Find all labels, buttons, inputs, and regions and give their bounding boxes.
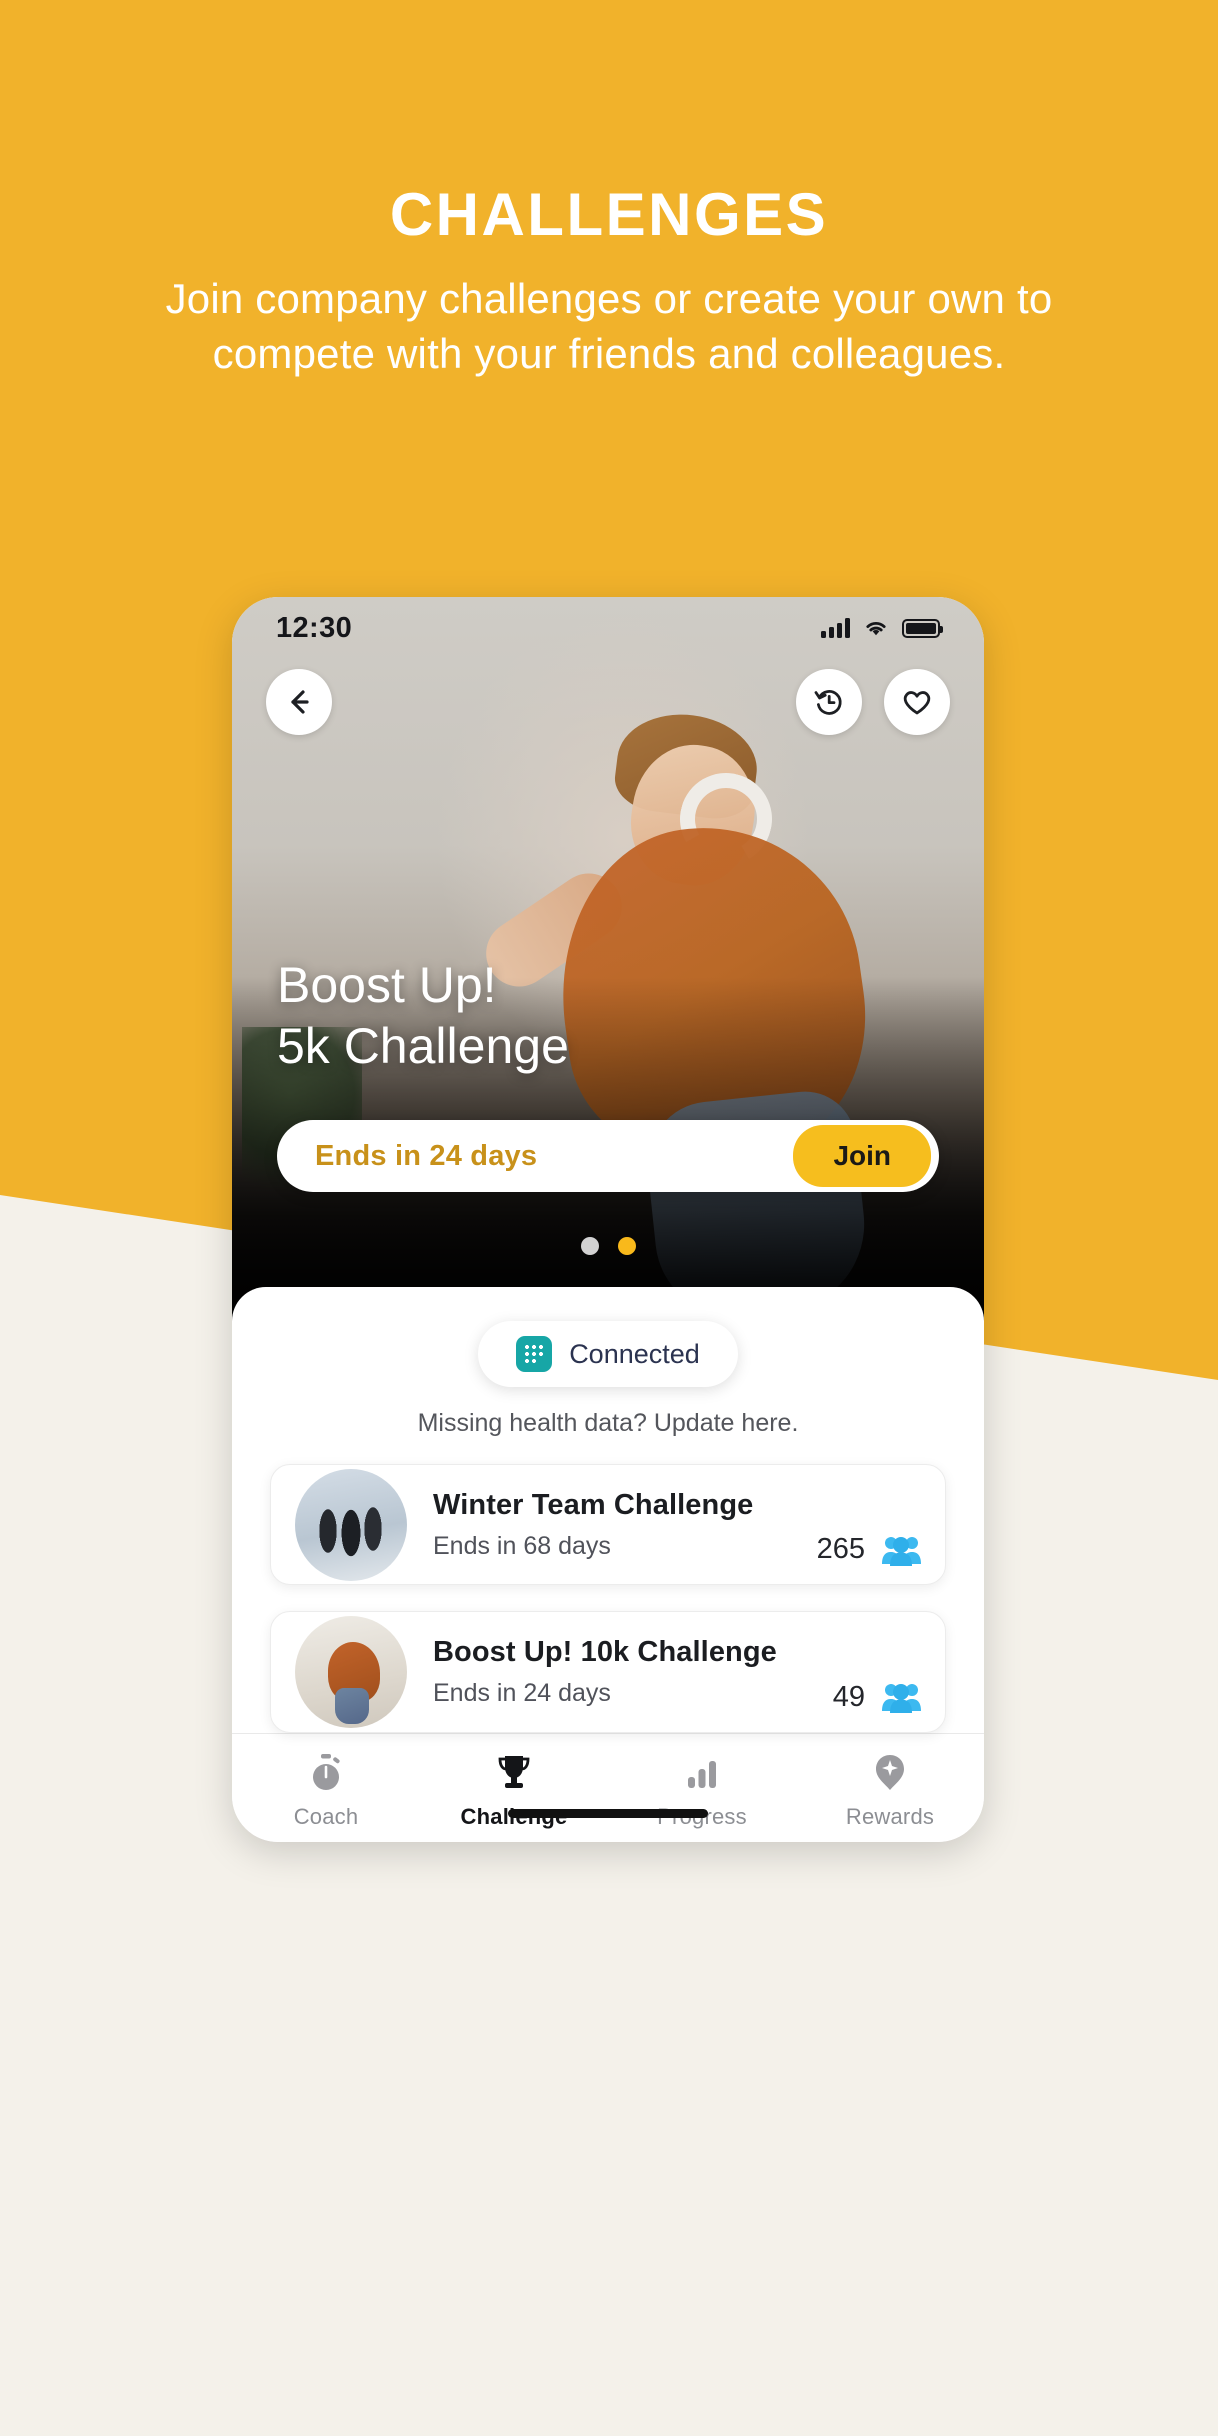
carousel-dots <box>232 1237 984 1255</box>
connected-status-pill[interactable]: Connected <box>478 1321 738 1387</box>
participants-count-group: 49 <box>833 1681 921 1714</box>
back-button[interactable] <box>266 669 332 735</box>
gem-icon <box>873 1752 907 1794</box>
hero-title-line1: Boost Up! <box>277 957 497 1013</box>
tab-coach[interactable]: Coach <box>232 1752 420 1830</box>
join-button[interactable]: Join <box>793 1125 931 1187</box>
stopwatch-icon <box>308 1752 344 1794</box>
challenge-cta-bar: Ends in 24 days Join <box>277 1120 939 1192</box>
missing-health-data-link[interactable]: Missing health data? Update here. <box>232 1409 984 1438</box>
page-title: CHALLENGES <box>389 181 829 248</box>
ends-countdown-label: Ends in 24 days <box>315 1139 538 1172</box>
content-sheet: Connected Missing health data? Update he… <box>232 1287 984 1842</box>
tab-rewards[interactable]: Rewards <box>796 1752 984 1830</box>
people-group-icon <box>882 1536 921 1566</box>
hero-banner[interactable]: 12:30 Boost Up! 5k Challenge Ends in 24 … <box>232 597 984 1327</box>
favorite-button[interactable] <box>884 669 950 735</box>
status-bar: 12:30 <box>232 597 984 659</box>
challenge-avatar <box>295 1615 407 1728</box>
carousel-dot-2[interactable] <box>617 1237 636 1255</box>
participants-count: 265 <box>816 1533 865 1566</box>
status-time: 12:30 <box>276 611 353 644</box>
trophy-icon <box>495 1752 533 1794</box>
bottom-tab-bar: Coach Challenge <box>232 1732 984 1843</box>
tab-label: Coach <box>293 1803 359 1829</box>
challenge-title: Winter Team Challenge <box>433 1488 754 1521</box>
challenge-card-winter-team[interactable]: Winter Team Challenge Ends in 68 days 26… <box>270 1464 946 1586</box>
promo-header: CHALLENGES Join company challenges or cr… <box>0 0 1218 382</box>
wifi-icon <box>866 622 886 636</box>
history-button[interactable] <box>796 669 862 735</box>
people-group-icon <box>882 1684 921 1713</box>
participants-count: 49 <box>832 1680 865 1713</box>
hero-title: Boost Up! 5k Challenge <box>277 955 569 1077</box>
carousel-dot-1[interactable] <box>580 1237 599 1255</box>
bar-chart-icon <box>685 1752 719 1794</box>
tab-label: Rewards <box>845 1803 935 1829</box>
status-icons <box>821 618 943 638</box>
challenge-card-boost-up-10k[interactable]: Boost Up! 10k Challenge Ends in 24 days … <box>270 1611 946 1733</box>
hero-nav-actions <box>796 669 950 735</box>
battery-full-icon <box>902 618 943 638</box>
signal-bars-icon <box>821 618 850 638</box>
history-clock-icon <box>814 690 842 715</box>
phone-mockup: 12:30 Boost Up! 5k Challenge Ends in 24 … <box>232 597 984 1842</box>
back-arrow-icon <box>291 690 309 714</box>
hero-nav-row <box>232 669 984 735</box>
home-indicator <box>508 1809 708 1818</box>
connected-label: Connected <box>569 1338 700 1369</box>
hero-title-line2: 5k Challenge <box>277 1018 569 1074</box>
promo-subtitle: Join company challenges or create your o… <box>165 275 1053 378</box>
participants-count-group: 265 <box>817 1533 921 1566</box>
heart-outline-icon <box>903 691 931 715</box>
challenge-title: Boost Up! 10k Challenge <box>433 1635 777 1668</box>
challenge-avatar <box>295 1468 407 1581</box>
fitbit-icon <box>516 1336 553 1372</box>
